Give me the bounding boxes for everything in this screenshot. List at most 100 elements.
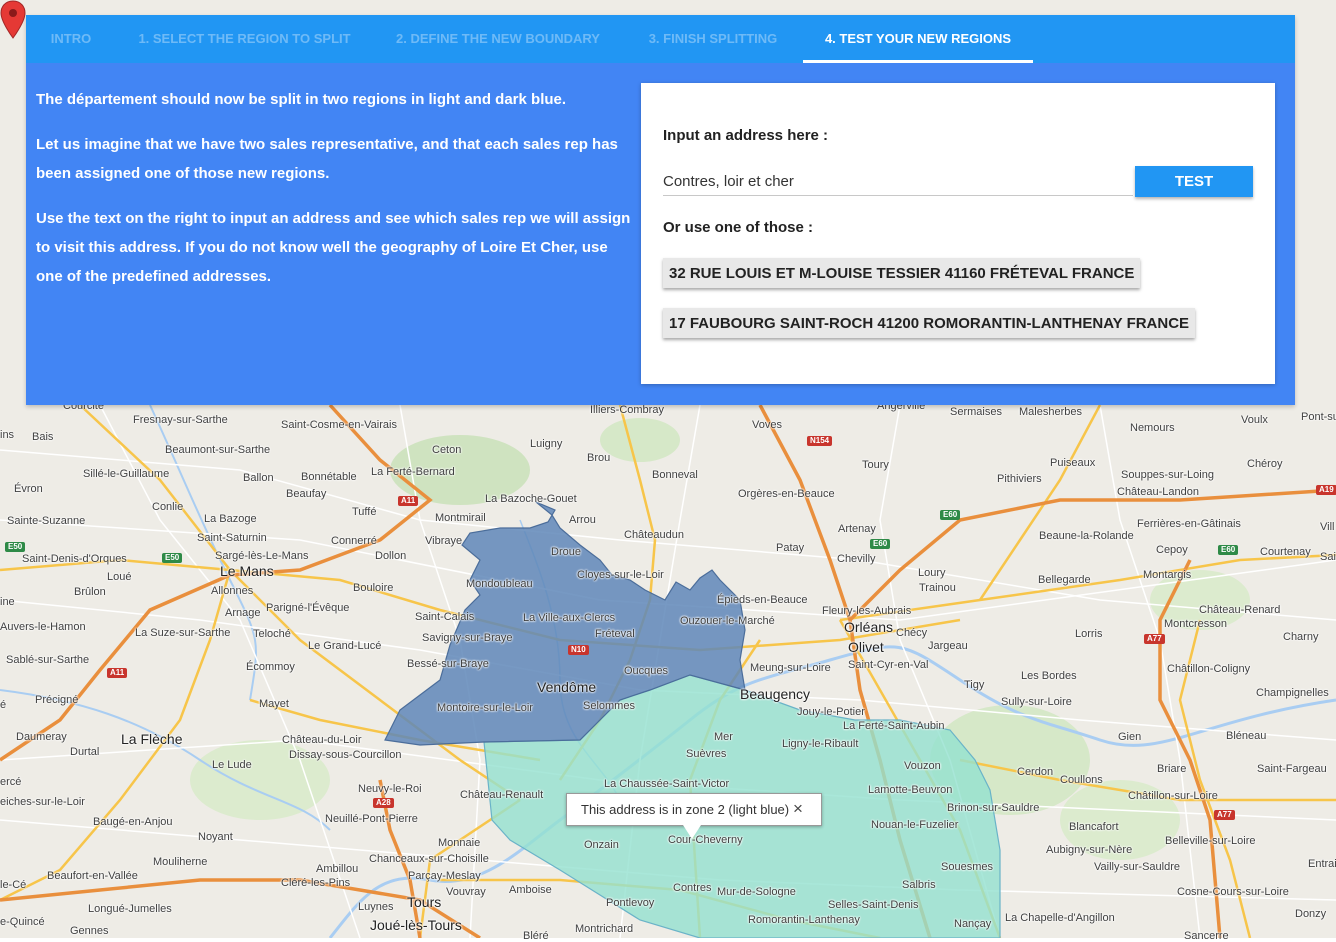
place-label: Parçay-Meslay [408, 870, 481, 882]
place-label: Bouloire [353, 582, 394, 594]
road-shield-a77: A77 [1214, 810, 1235, 820]
place-label: Cloyes-sur-le-Loir [577, 569, 664, 581]
place-label: Bléré [523, 930, 549, 942]
place-label: Château-Renard [1199, 604, 1281, 616]
place-label: Évron [14, 483, 43, 495]
place-label: Voulx [1241, 414, 1268, 426]
tab-finish-splitting[interactable]: 3. FINISH SPLITTING [623, 15, 803, 63]
place-label: é [0, 699, 7, 711]
close-icon[interactable]: × [793, 799, 803, 819]
place-label: Le Lude [212, 759, 252, 771]
place-label: Bonnétable [301, 471, 357, 483]
place-label: Olivet [848, 639, 884, 655]
tab-define-boundary[interactable]: 2. DEFINE THE NEW BOUNDARY [373, 15, 623, 63]
place-label: Malesherbes [1019, 406, 1082, 418]
road-shield-a11: A11 [398, 496, 419, 506]
place-label: Onzain [584, 839, 619, 851]
tab-test-regions[interactable]: 4. TEST YOUR NEW REGIONS [803, 15, 1033, 63]
place-label: Amboise [509, 884, 552, 896]
place-label: Arrou [569, 514, 596, 526]
place-label: Fleury-les-Aubrais [822, 605, 912, 617]
place-label: Lorris [1075, 628, 1103, 640]
info-window-pointer [683, 825, 701, 839]
place-label: Auvers-le-Hamon [0, 621, 86, 633]
address-input[interactable] [663, 167, 1133, 196]
place-label: Orgères-en-Beauce [738, 488, 835, 500]
place-label: Ceton [432, 444, 462, 456]
place-label: Bléneau [1226, 730, 1267, 742]
place-label: Brinon-sur-Sauldre [947, 802, 1040, 814]
place-label: Allonnes [211, 585, 254, 597]
place-label: Montcresson [1164, 618, 1227, 630]
place-label: Loué [107, 571, 132, 583]
active-tab-indicator [803, 60, 1033, 63]
map-info-window: This address is in zone 2 (light blue) × [566, 793, 822, 839]
place-label: Gennes [70, 925, 109, 937]
place-label: Salbris [902, 879, 936, 891]
predefined-address-button-romorantin[interactable]: 17 FAUBOURG SAINT-ROCH 41200 ROMORANTIN-… [663, 308, 1196, 338]
place-label: Chevilly [837, 553, 876, 565]
place-label: Sai [1320, 551, 1336, 563]
place-label: Chéroy [1247, 458, 1283, 470]
place-label: Luigny [530, 438, 563, 450]
place-label: ins [0, 429, 15, 441]
step-tabs: INTRO 1. SELECT THE REGION TO SPLIT 2. D… [26, 15, 1295, 63]
place-label: Charny [1283, 631, 1319, 643]
place-label: Sully-sur-Loire [1001, 696, 1072, 708]
place-label: Ligny-le-Ribault [782, 738, 859, 750]
place-label: Trainou [919, 582, 956, 594]
place-label: Sainte-Suzanne [7, 515, 86, 527]
place-label: Cléré-les-Pins [281, 877, 351, 889]
place-label: Gien [1118, 731, 1142, 743]
road-shield-e60: E60 [940, 510, 961, 520]
place-label: Cerdon [1017, 766, 1054, 778]
place-label: La Ferté-Saint-Aubin [843, 720, 945, 732]
place-label: Brou [587, 452, 611, 464]
place-label: La Suze-sur-Sarthe [135, 627, 231, 639]
place-label: Vill [1320, 521, 1335, 533]
place-label: Neuvy-le-Roi [358, 783, 422, 795]
place-label: Cepoy [1156, 544, 1188, 556]
predefined-address-button-freteval[interactable]: 32 RUE LOUIS ET M-LOUISE TESSIER 41160 F… [663, 258, 1141, 288]
place-label: Sargé-lès-Le-Mans [215, 550, 309, 562]
place-label: Précigné [35, 694, 79, 706]
place-label: le-Cé [0, 879, 27, 891]
place-label: Sermaises [950, 406, 1002, 418]
place-label: Vouvray [446, 886, 486, 898]
place-label: Selles-Saint-Denis [828, 899, 919, 911]
info-window-text: This address is in zone 2 (light blue) [581, 802, 790, 817]
place-label: Connerré [331, 535, 377, 547]
place-label: Orléans [844, 619, 894, 635]
place-label: ine [0, 596, 15, 608]
place-label: Bonneval [652, 469, 698, 481]
location-marker-icon[interactable] [0, 0, 26, 40]
place-label: Dissay-sous-Courcillon [289, 749, 402, 761]
place-label: Ferrières-en-Gâtinais [1137, 518, 1241, 530]
place-label: Saint-Denis-d'Orques [22, 553, 127, 565]
road-shield-e60: E60 [1218, 545, 1239, 555]
place-label: Vendôme [537, 679, 597, 695]
place-label: Bais [32, 431, 54, 443]
place-label: Ambillou [316, 863, 359, 875]
place-label: Mer [714, 731, 733, 743]
place-label: Châtillon-sur-Loire [1128, 790, 1218, 802]
place-label: Châteaudun [624, 529, 684, 541]
place-label: Beaugency [740, 686, 811, 702]
place-label: Mondoubleau [466, 578, 533, 590]
place-label: Fresnay-sur-Sarthe [133, 414, 228, 426]
test-button[interactable]: TEST [1135, 166, 1253, 197]
tab-select-region[interactable]: 1. SELECT THE REGION TO SPLIT [116, 15, 373, 63]
place-label: Tigy [964, 679, 985, 691]
place-label: Montmirail [435, 512, 486, 524]
place-label: Belleville-sur-Loire [1165, 835, 1256, 847]
place-label: Dollon [375, 550, 407, 562]
place-label: Toury [862, 459, 889, 471]
instruction-panel: INTRO 1. SELECT THE REGION TO SPLIT 2. D… [26, 15, 1295, 405]
place-label: Sablé-sur-Sarthe [6, 654, 90, 666]
place-label: Saint-Cyr-en-Val [848, 659, 929, 671]
place-label: Cosne-Cours-sur-Loire [1177, 886, 1289, 898]
place-label: Sancerre [1184, 930, 1229, 942]
place-label: Illiers-Combray [590, 404, 664, 416]
place-label: Brûlon [74, 586, 106, 598]
tab-intro[interactable]: INTRO [26, 15, 116, 63]
